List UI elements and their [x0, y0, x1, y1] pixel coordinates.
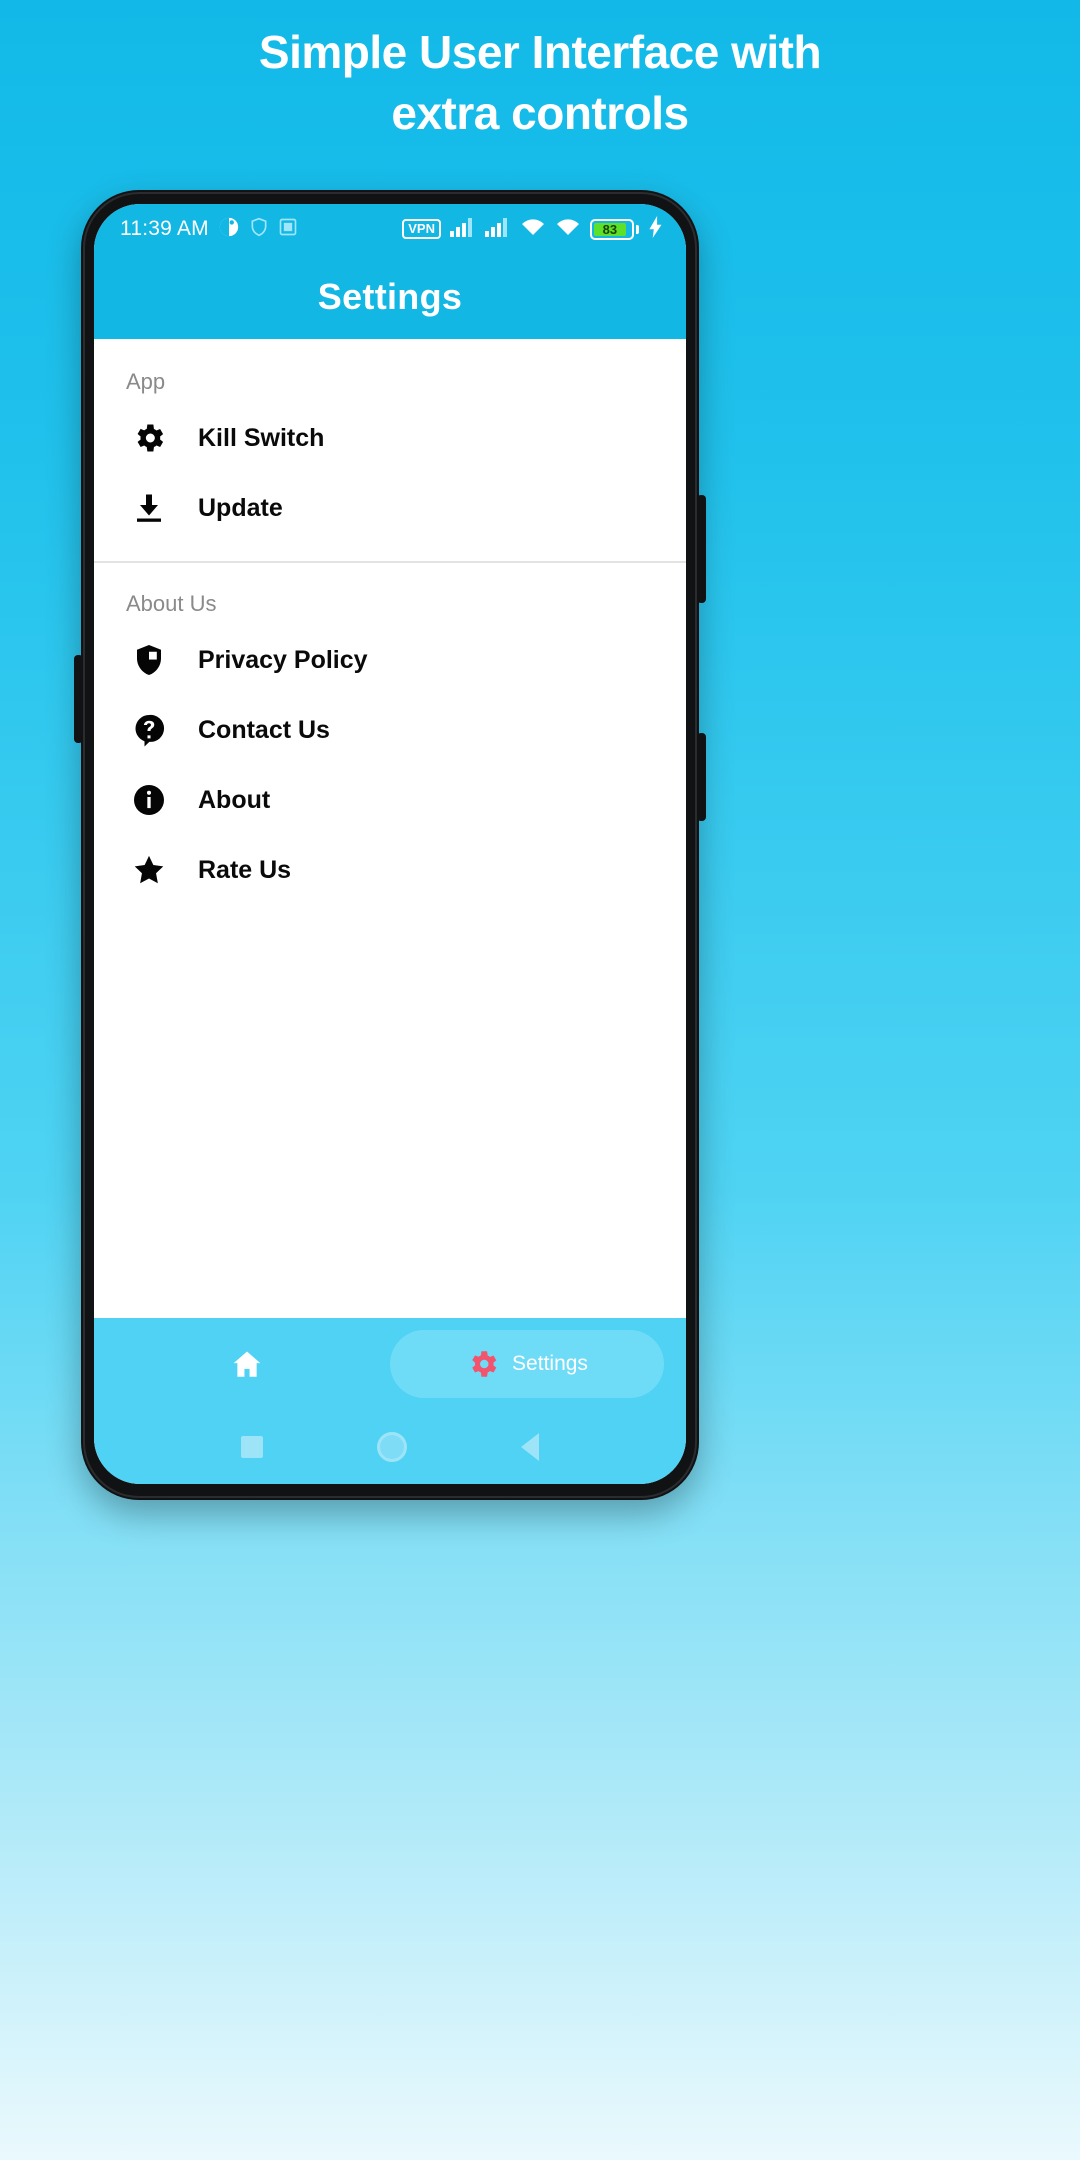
promo-headline: Simple User Interface with extra control…: [0, 22, 1080, 144]
wifi-icon: [520, 217, 546, 242]
list-item-update[interactable]: Update: [94, 473, 686, 543]
list-item-label: Update: [198, 493, 283, 522]
signal-bars-icon: [485, 217, 511, 242]
promo-headline-line2: extra controls: [391, 87, 689, 140]
shield-n-icon: [249, 217, 269, 242]
list-item-about[interactable]: About: [94, 765, 686, 835]
status-time: 11:39 AM: [120, 217, 209, 240]
status-bar-left: 11:39 AM: [120, 216, 298, 243]
tab-home[interactable]: [116, 1330, 390, 1398]
list-item-label: Kill Switch: [198, 423, 325, 452]
phone-mockup: 11:39 AM VPN 83 Settings App Kill Switch…: [74, 190, 706, 1500]
shield-icon: [130, 641, 168, 679]
clock-face-icon: [218, 216, 240, 243]
battery-percent: 83: [594, 222, 626, 237]
status-bar: 11:39 AM VPN 83: [94, 204, 686, 254]
list-item-rate-us[interactable]: Rate Us: [94, 835, 686, 905]
tab-label: Settings: [512, 1352, 588, 1375]
battery-icon: 83: [590, 218, 639, 240]
gear-icon: [472, 1351, 497, 1377]
signal-bars-icon: [450, 217, 476, 242]
volume-button[interactable]: [74, 655, 83, 743]
list-item-privacy-policy[interactable]: Privacy Policy: [94, 625, 686, 695]
back-triangle-icon[interactable]: [521, 1433, 539, 1461]
settings-list: App Kill Switch Update About Us Privacy …: [94, 339, 686, 1318]
list-item-kill-switch[interactable]: Kill Switch: [94, 403, 686, 473]
recents-square-icon[interactable]: [241, 1436, 263, 1458]
list-item-label: About: [198, 785, 271, 814]
question-bubble-icon: [130, 711, 168, 749]
gear-icon: [130, 419, 168, 457]
download-icon: [130, 489, 168, 527]
charging-bolt-icon: [648, 215, 664, 243]
phone-screen: 11:39 AM VPN 83 Settings App Kill Switch…: [94, 204, 686, 1484]
list-item-label: Contact Us: [198, 715, 330, 744]
promo-headline-line1: Simple User Interface with: [258, 26, 822, 78]
secondary-side-button[interactable]: [697, 733, 706, 821]
app-bar: Settings: [94, 254, 686, 339]
page-title: Settings: [317, 275, 463, 317]
tab-settings[interactable]: Settings: [390, 1330, 664, 1398]
bottom-tab-bar: Settings: [94, 1318, 686, 1410]
star-icon: [130, 851, 168, 889]
section-header-about-us: About Us: [126, 591, 217, 616]
screenshot-icon: [278, 217, 298, 242]
section-header-app: App: [126, 369, 166, 394]
android-nav-bar: [94, 1410, 686, 1484]
list-item-label: Privacy Policy: [198, 645, 368, 674]
home-icon: [233, 1351, 261, 1377]
wifi-icon: [555, 217, 581, 242]
status-bar-right: VPN 83: [402, 215, 664, 243]
list-item-contact-us[interactable]: Contact Us: [94, 695, 686, 765]
home-circle-icon[interactable]: [377, 1432, 407, 1462]
list-item-label: Rate Us: [198, 855, 292, 884]
info-icon: [130, 781, 168, 819]
power-button[interactable]: [697, 495, 706, 603]
vpn-badge: VPN: [402, 218, 441, 240]
